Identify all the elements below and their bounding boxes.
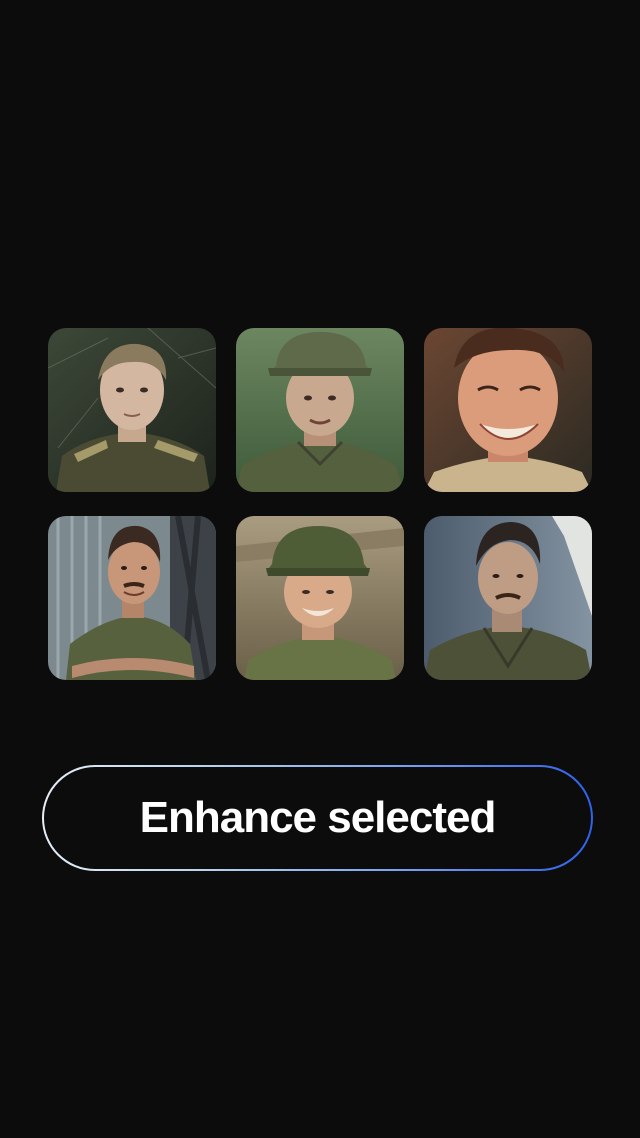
- enhance-selected-button-inner[interactable]: Enhance selected: [44, 767, 591, 869]
- portrait-image: [424, 516, 592, 680]
- photo-thumbnail-6[interactable]: [424, 516, 592, 680]
- enhance-selected-button-label: Enhance selected: [139, 793, 497, 842]
- photo-thumbnail-5[interactable]: [236, 516, 404, 680]
- portrait-image: [424, 328, 592, 492]
- portrait-image: [48, 516, 216, 680]
- photo-thumbnail-1[interactable]: [48, 328, 216, 492]
- enhance-selected-button[interactable]: Enhance selected: [42, 765, 593, 871]
- app-screen: Enhance selected: [0, 0, 640, 1138]
- portrait-image: [48, 328, 216, 492]
- photo-thumbnail-3[interactable]: [424, 328, 592, 492]
- photo-grid: [48, 328, 592, 680]
- photo-thumbnail-4[interactable]: [48, 516, 216, 680]
- portrait-image: [236, 328, 404, 492]
- photo-thumbnail-2[interactable]: [236, 328, 404, 492]
- portrait-image: [236, 516, 404, 680]
